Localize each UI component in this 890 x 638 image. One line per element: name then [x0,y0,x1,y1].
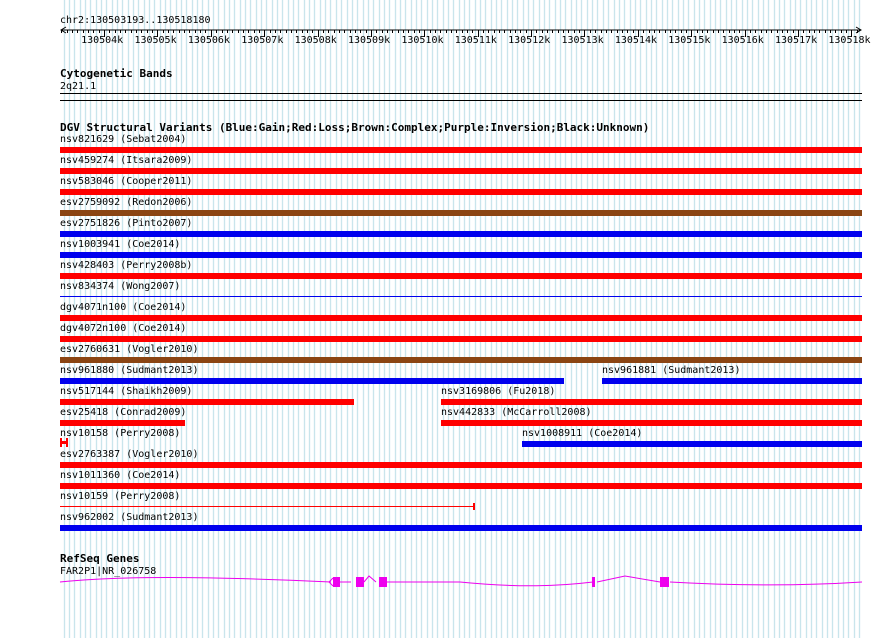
sv-label[interactable]: nsv583046 (Cooper2011) [60,176,192,187]
gene-exon [333,577,340,587]
ruler-tick-label: 130509k [347,35,391,46]
ruler-tick-label: 130506k [187,35,230,46]
sv-label[interactable]: nsv442833 (McCarroll2008) [441,407,592,418]
sv-label[interactable]: nsv961881 (Sudmant2013) [602,365,740,376]
sv-label[interactable]: dgv4071n100 (Coe2014) [60,302,186,313]
gene-exon [660,577,669,587]
sv-label[interactable]: nsv1008911 (Coe2014) [522,428,642,439]
sv-label[interactable]: esv2759092 (Redon2006) [60,197,192,208]
sv-label[interactable]: nsv1011360 (Coe2014) [60,470,180,481]
region-range-label: chr2:130503193..130518180 [60,15,211,26]
ruler-tick-label: 130507k [241,35,284,46]
ruler-tick-label: 130504k [81,35,124,46]
sv-label[interactable]: nsv10158 (Perry2008) [60,428,180,439]
ruler-tick-label: 130514k [614,35,658,46]
ruler-tick-label: 130517k [775,35,818,46]
sv-label[interactable]: dgv4072n100 (Coe2014) [60,323,186,334]
dgv-track-title: DGV Structural Variants (Blue:Gain;Red:L… [60,121,650,134]
sv-label[interactable]: esv25418 (Conrad2009) [60,407,186,418]
sv-label[interactable]: esv2763387 (Vogler2010) [60,449,198,460]
sv-label[interactable]: esv2760631 (Vogler2010) [60,344,198,355]
gene-exon [356,577,364,587]
ruler-tick-label: 130505k [134,35,177,46]
sv-label[interactable]: nsv834374 (Wong2007) [60,281,180,292]
ruler-tick-label: 130508k [294,35,337,46]
gene-model-far2p1[interactable] [0,0,890,638]
sv-label[interactable]: nsv3169806 (Fu2018) [441,386,555,397]
cytoband-track-title: Cytogenetic Bands [60,67,173,80]
ruler-tick-label: 130510k [401,35,444,46]
sv-label[interactable]: nsv428403 (Perry2008b) [60,260,192,271]
sv-label[interactable]: nsv961880 (Sudmant2013) [60,365,198,376]
refseq-track-title: RefSeq Genes [60,552,140,565]
sv-label[interactable]: nsv517144 (Shaikh2009) [60,386,192,397]
sv-label[interactable]: nsv821629 (Sebat2004) [60,134,186,145]
ruler-tick-label: 130518k [828,35,871,46]
gene-exon [379,577,387,587]
ruler-tick-label: 130515k [668,35,711,46]
ruler-tick-label: 130513k [561,35,604,46]
sv-label[interactable]: nsv962002 (Sudmant2013) [60,512,198,523]
sv-label[interactable]: nsv10159 (Perry2008) [60,491,180,502]
cytoband-label: 2q21.1 [60,81,97,92]
gene-exon [592,577,595,587]
sv-label[interactable]: nsv459274 (Itsara2009) [60,155,192,166]
ruler-tick-label: 130516k [721,35,764,46]
ruler-tick-label: 130511k [454,35,497,46]
ruler-tick-label: 130512k [508,35,551,46]
sv-label[interactable]: nsv1003941 (Coe2014) [60,239,180,250]
gene-label[interactable]: FAR2P1|NR_026758 [60,566,156,577]
sv-label[interactable]: esv2751826 (Pinto2007) [60,218,192,229]
